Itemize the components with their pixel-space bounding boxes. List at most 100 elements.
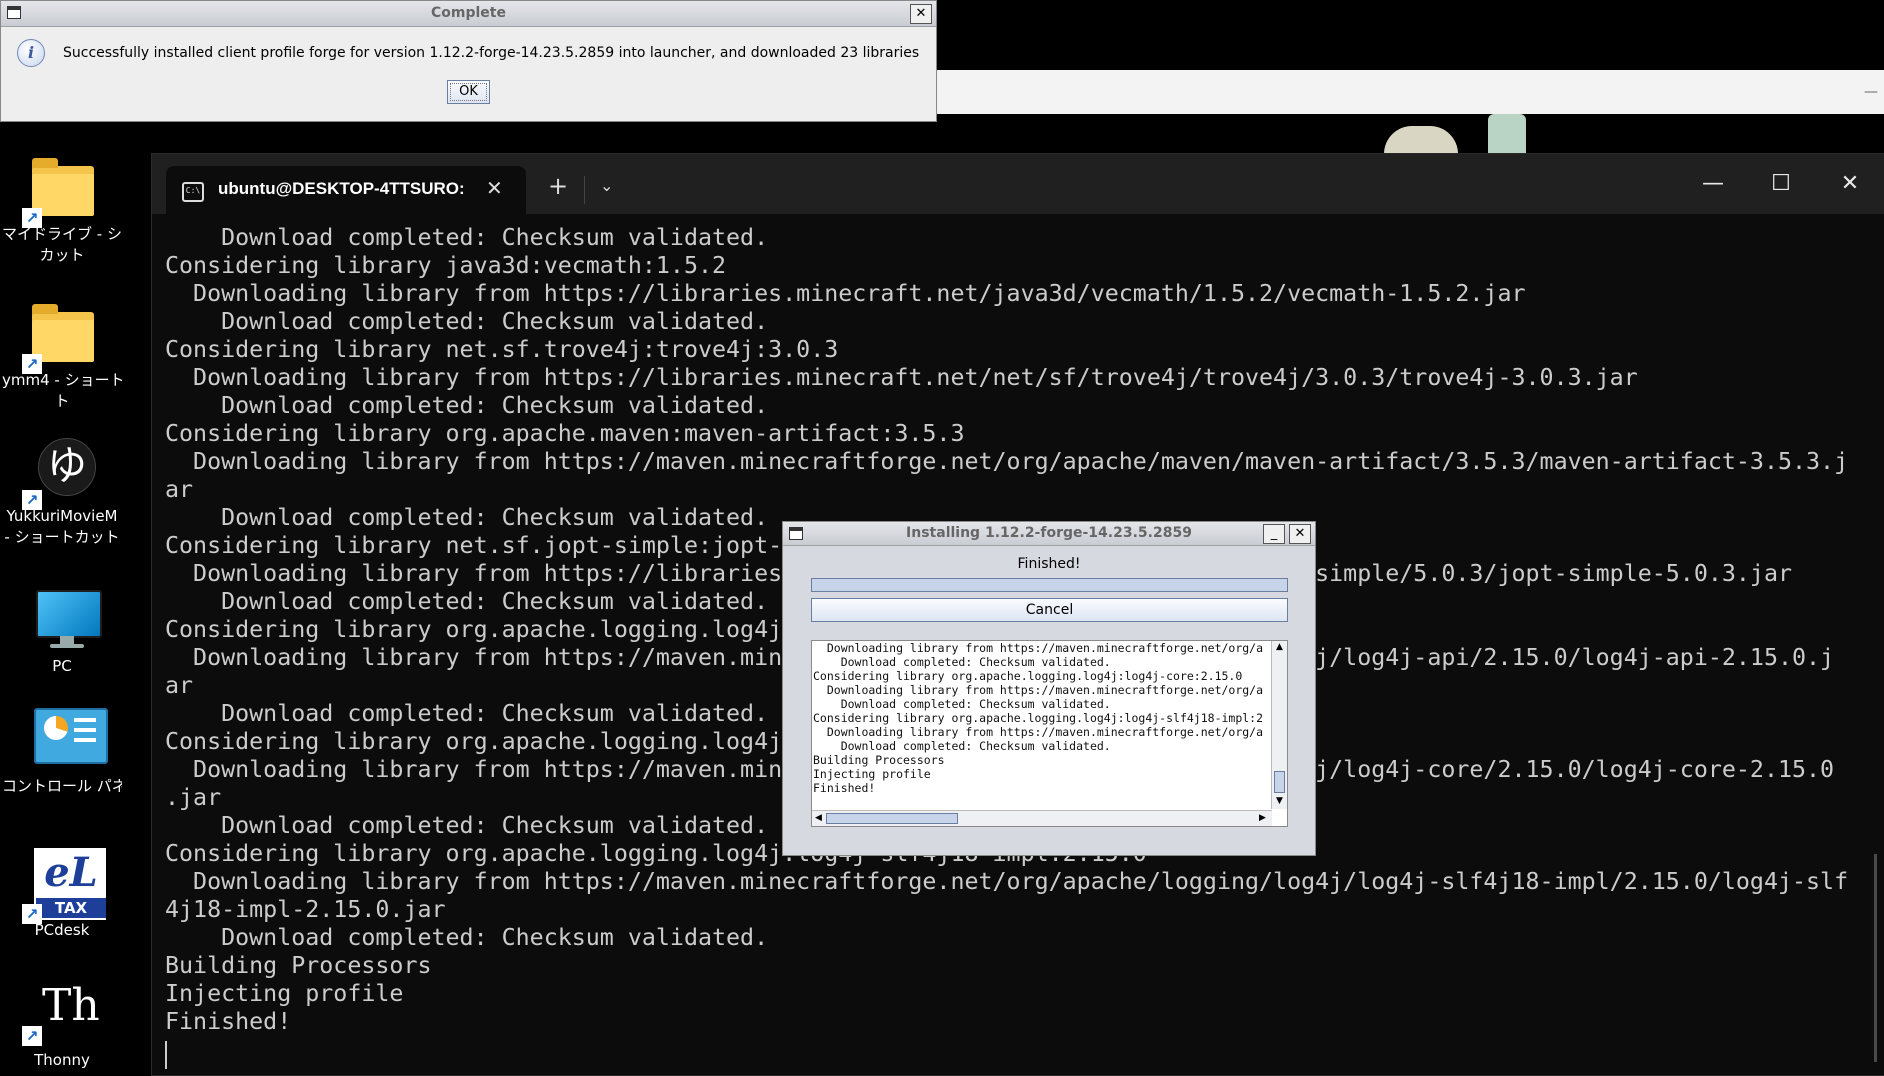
desktop-icon-label: PCdesk: [34, 921, 90, 939]
log-line: Downloading library from https://maven.m…: [813, 641, 1264, 655]
log-line: Considering library org.apache.logging.l…: [813, 669, 1243, 683]
log-line: Injecting profile: [813, 767, 931, 781]
progress-fill: [812, 579, 1287, 591]
terminal-line: Downloading library from https://librari…: [165, 364, 1638, 391]
install-dialog-title: Installing 1.12.2-forge-14.23.5.2859: [906, 525, 1192, 541]
terminal-cursor: [165, 1041, 167, 1069]
log-vertical-scrollbar[interactable]: ▲ ▼: [1271, 641, 1287, 809]
complete-dialog-title: Complete: [431, 5, 506, 21]
terminal-line: Considering library java3d:vecmath:1.5.2: [165, 252, 727, 279]
terminal-line: Considering library org.apache.maven:mav…: [165, 420, 965, 447]
scroll-up-icon[interactable]: ▲: [1273, 641, 1286, 654]
install-dialog-titlebar: Installing 1.12.2-forge-14.23.5.2859 _ ✕: [783, 522, 1315, 546]
terminal-line: 4j18-impl-2.15.0.jar: [165, 896, 446, 923]
terminal-line: Download completed: Checksum validated.: [165, 308, 769, 335]
shortcut-arrow-icon: ↗: [22, 208, 42, 228]
folder-icon: ↗: [22, 152, 98, 228]
log-line: Finished!: [813, 781, 876, 795]
background-window-titlebar: —: [936, 70, 1884, 114]
desktop-icon-my-drive[interactable]: ↗ マイドライブ - ショ カット: [2, 152, 122, 266]
desktop-icon-label: マイドライブ - ショ: [2, 225, 122, 243]
close-button[interactable]: ✕: [1820, 164, 1880, 204]
monitor-icon: [26, 584, 102, 656]
terminal-tab[interactable]: C:\ ubuntu@DESKTOP-4TTSURO: ✕: [166, 166, 526, 214]
terminal-line: ar: [165, 476, 194, 503]
control-panel-icon: [26, 704, 108, 776]
scroll-right-icon[interactable]: ▶: [1256, 812, 1269, 825]
log-line: Download completed: Checksum validated.: [813, 655, 1111, 669]
install-log[interactable]: Downloading library from https://maven.m…: [811, 640, 1288, 827]
ok-button[interactable]: OK: [447, 80, 490, 104]
minimize-icon[interactable]: —: [1864, 84, 1878, 100]
terminal-scrollbar[interactable]: [1874, 854, 1877, 1062]
desktop-icon-ymm4[interactable]: ↗ ymm4 - ショートカ ト: [2, 298, 122, 412]
desktop-icon-label: Thonny: [34, 1051, 90, 1069]
terminal-line: Finished!: [165, 1008, 292, 1035]
etax-glyph: eL: [44, 849, 98, 896]
scroll-thumb[interactable]: [1274, 771, 1285, 793]
thonny-icon: Th ↗: [22, 980, 100, 1050]
complete-dialog-titlebar: Complete ✕: [1, 1, 936, 27]
desktop-icon-label: YukkuriMovieM: [6, 507, 118, 525]
log-line: Download completed: Checksum validated.: [813, 739, 1111, 753]
tab-separator: [584, 176, 585, 204]
desktop-icon-thonny[interactable]: Th ↗ Thonny: [2, 980, 122, 1071]
install-status: Finished!: [1017, 556, 1081, 572]
desktop-icon-control-panel[interactable]: コントロール パネ: [2, 704, 122, 797]
etax-tax-label: TAX: [36, 898, 106, 918]
tab-close-icon[interactable]: ✕: [486, 176, 503, 200]
install-log-text: Downloading library from https://maven.m…: [812, 641, 1273, 795]
yukkuri-glyph: ゆ: [38, 438, 96, 496]
terminal-tabbar: C:\ ubuntu@DESKTOP-4TTSURO: ✕ + ⌄ — ☐ ✕: [152, 154, 1884, 214]
log-line: Downloading library from https://maven.m…: [813, 725, 1264, 739]
desktop-icon-label: ymm4 - ショートカ: [2, 371, 122, 389]
close-button[interactable]: ✕: [1289, 524, 1311, 544]
tab-dropdown-icon[interactable]: ⌄: [600, 176, 613, 195]
log-line: Building Processors: [813, 753, 945, 767]
install-dialog: Installing 1.12.2-forge-14.23.5.2859 _ ✕…: [782, 521, 1316, 856]
terminal-line: Download completed: Checksum validated.: [165, 924, 769, 951]
terminal-line: Injecting profile: [165, 980, 404, 1007]
scroll-left-icon[interactable]: ◀: [812, 812, 825, 825]
log-horizontal-scrollbar[interactable]: ◀ ▶: [812, 810, 1272, 826]
shortcut-arrow-icon: ↗: [22, 904, 42, 924]
terminal-line: Downloading library from https://maven.m…: [165, 868, 1849, 895]
desktop-icon-yukkurimoviemaker[interactable]: ゆ ↗ YukkuriMovieM - ショートカット: [2, 434, 122, 548]
log-line: Downloading library from https://maven.m…: [813, 683, 1264, 697]
desktop-icon-label: カット: [39, 246, 85, 264]
etax-icon: eL TAX ↗: [22, 848, 106, 924]
maximize-button[interactable]: ☐: [1751, 164, 1811, 204]
close-button[interactable]: ✕: [910, 4, 932, 24]
terminal-line: Downloading library from https://maven.m…: [165, 448, 1849, 475]
thonny-glyph: Th: [42, 980, 100, 1031]
log-line: Download completed: Checksum validated.: [813, 697, 1111, 711]
shortcut-arrow-icon: ↗: [22, 354, 42, 374]
shortcut-arrow-icon: ↗: [22, 1026, 42, 1046]
info-icon: i: [17, 39, 45, 67]
terminal-line: Downloading library from https://librari…: [165, 280, 1526, 307]
scroll-down-icon[interactable]: ▼: [1273, 795, 1286, 808]
desktop-icon-label: - ショートカット: [4, 528, 120, 546]
desktop-icon-label: ト: [54, 392, 70, 410]
cancel-button[interactable]: Cancel: [811, 598, 1288, 622]
complete-dialog: Complete ✕ i Successfully installed clie…: [0, 0, 937, 122]
scroll-thumb[interactable]: [826, 813, 958, 824]
desktop: ↗ マイドライブ - ショ カット ↗ ymm4 - ショートカ ト ゆ ↗ Y…: [0, 0, 126, 1074]
terminal-line: Download completed: Checksum validated.: [165, 392, 769, 419]
log-line: Considering library org.apache.logging.l…: [813, 711, 1264, 725]
desktop-icon-pcdesk[interactable]: eL TAX ↗ PCdesk: [2, 848, 122, 941]
desktop-icon-label: PC: [52, 657, 72, 675]
background-window-figures: [1380, 114, 1530, 154]
complete-message: Successfully installed client profile fo…: [63, 45, 920, 61]
tab-title: ubuntu@DESKTOP-4TTSURO:: [218, 179, 465, 198]
desktop-icon-pc[interactable]: PC: [2, 584, 122, 677]
folder-icon: ↗: [22, 298, 98, 374]
desktop-icon-label: コントロール パネ: [2, 777, 122, 795]
shortcut-arrow-icon: ↗: [22, 490, 42, 510]
minimize-button[interactable]: _: [1263, 524, 1285, 544]
terminal-line: Building Processors: [165, 952, 432, 979]
install-progress-bar: [811, 578, 1288, 592]
minimize-button[interactable]: —: [1683, 164, 1743, 204]
terminal-line: Considering library net.sf.trove4j:trove…: [165, 336, 839, 363]
new-tab-button[interactable]: +: [548, 174, 568, 198]
